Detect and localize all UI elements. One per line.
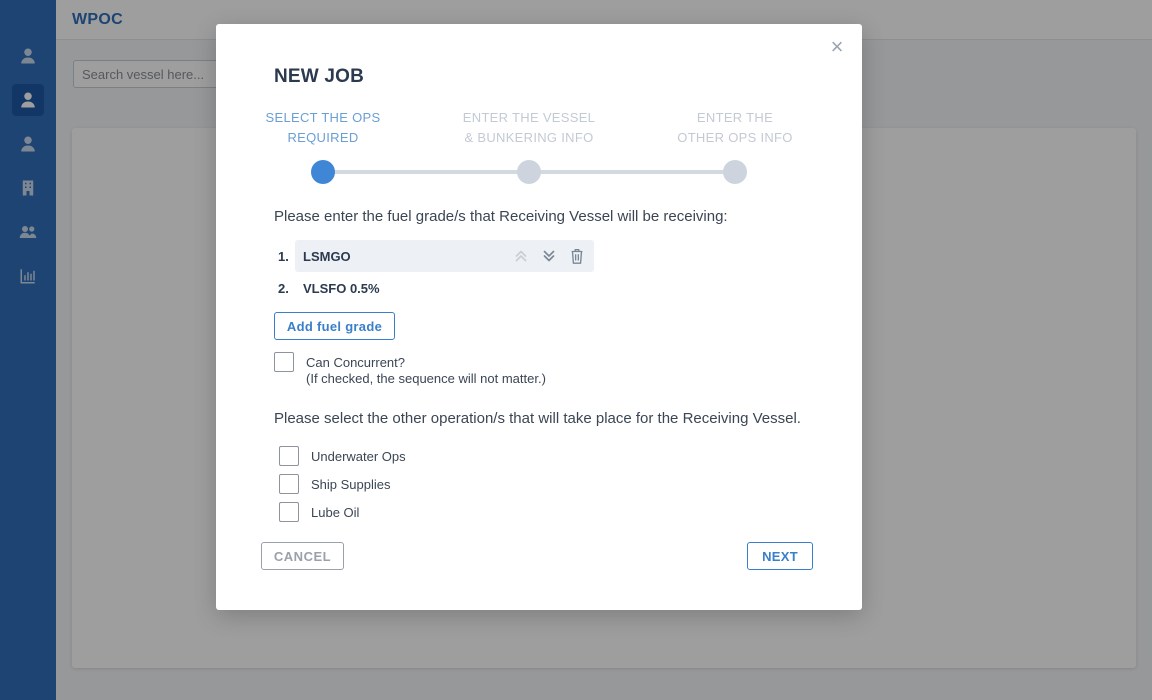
move-up-icon[interactable] <box>511 246 531 266</box>
step-1-label-line1: SELECT THE OPS <box>265 110 381 125</box>
can-concurrent-checkbox[interactable] <box>274 352 294 372</box>
next-button[interactable]: NEXT <box>747 542 813 570</box>
fuel-grade-name: VLSFO 0.5% <box>303 281 380 296</box>
modal-title: NEW JOB <box>274 66 365 87</box>
fuel-grade-name: LSMGO <box>303 249 351 264</box>
can-concurrent-label: Can Concurrent? <box>306 355 405 370</box>
trash-icon[interactable] <box>567 246 587 266</box>
move-down-icon[interactable] <box>539 246 559 266</box>
other-ops-prompt: Please select the other operation/s that… <box>274 410 801 427</box>
step-3-label: ENTER THE OTHER OPS INFO <box>650 108 820 148</box>
step-3-label-line1: ENTER THE <box>696 110 774 125</box>
cancel-button[interactable]: CANCEL <box>261 542 344 570</box>
step-1-label-line2: REQUIRED <box>287 130 359 145</box>
step-3-dot <box>723 160 747 184</box>
fuel-grade-number: 1. <box>278 249 289 264</box>
step-1-label: SELECT THE OPS REQUIRED <box>238 108 408 148</box>
new-job-modal: × NEW JOB SELECT THE OPS REQUIRED ENTER … <box>216 24 862 610</box>
underwater-ops-label: Underwater Ops <box>311 449 406 464</box>
step-2-label-line1: ENTER THE VESSEL <box>462 110 596 125</box>
step-2-dot <box>517 160 541 184</box>
underwater-ops-checkbox[interactable] <box>279 446 299 466</box>
lube-oil-label: Lube Oil <box>311 505 360 520</box>
step-2-label: ENTER THE VESSEL & BUNKERING INFO <box>444 108 614 148</box>
step-1-dot <box>311 160 335 184</box>
step-3-label-line2: OTHER OPS INFO <box>677 130 793 145</box>
fuel-grade-row: LSMGO <box>295 240 594 272</box>
close-icon[interactable]: × <box>828 36 846 58</box>
step-2-label-line2: & BUNKERING INFO <box>464 130 594 145</box>
fuel-grade-number: 2. <box>278 281 289 296</box>
fuel-grade-row: VLSFO 0.5% <box>295 272 594 304</box>
can-concurrent-hint: (If checked, the sequence will not matte… <box>306 371 546 386</box>
ship-supplies-label: Ship Supplies <box>311 477 391 492</box>
lube-oil-checkbox[interactable] <box>279 502 299 522</box>
ship-supplies-checkbox[interactable] <box>279 474 299 494</box>
add-fuel-grade-button[interactable]: Add fuel grade <box>274 312 395 340</box>
fuel-grade-prompt: Please enter the fuel grade/s that Recei… <box>274 208 728 225</box>
